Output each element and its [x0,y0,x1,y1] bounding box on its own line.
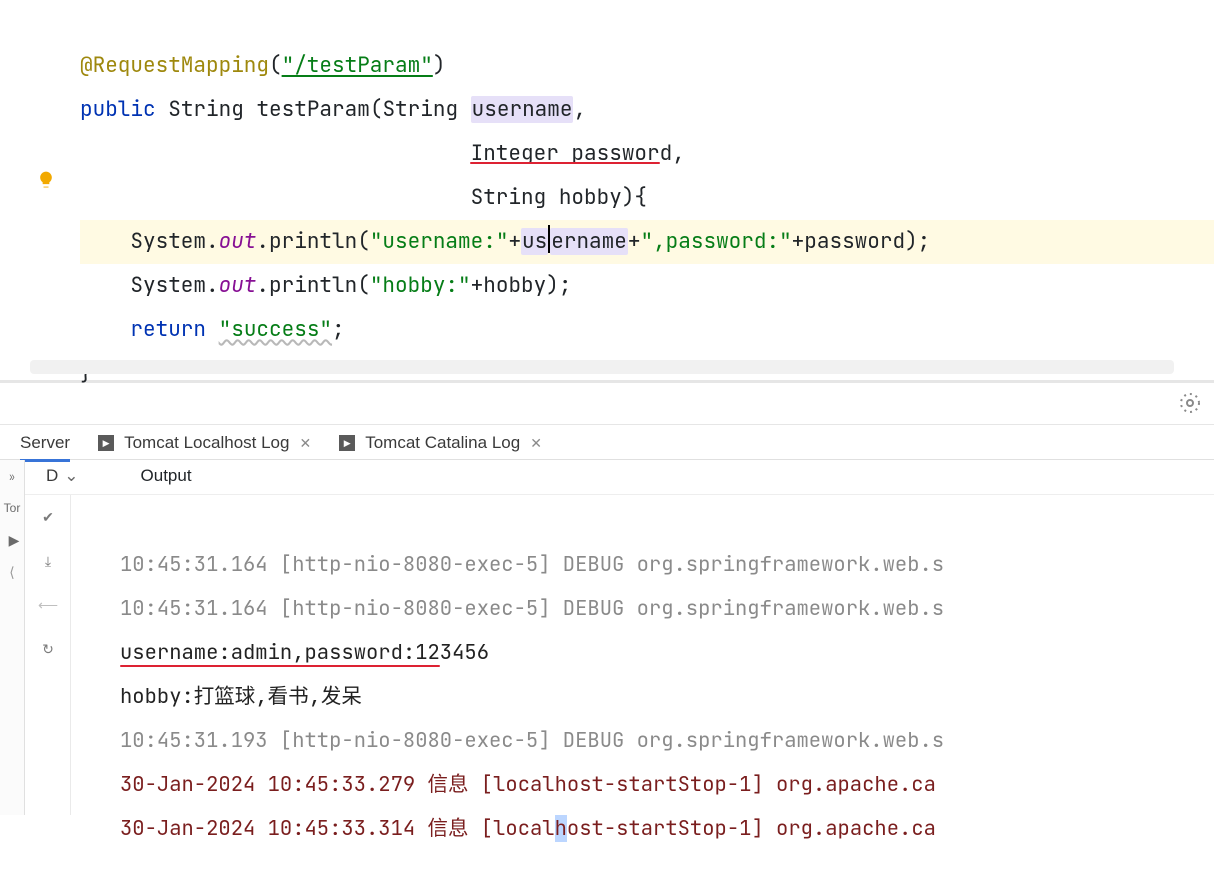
plus: + [508,228,521,255]
chevron-down-icon: ⌄ [64,466,78,486]
str-username: "username:" [370,228,509,255]
kw-return: return [130,316,206,343]
log-line-warn: 30-Jan-2024 10:45:33.314 信息 [localhost-s… [120,815,936,842]
console-output[interactable]: ✔ ⤓ ⟵ ↻ 10:45:31.164 [http-nio-8080-exec… [0,495,1214,815]
log-line-stdout: hobby:打篮球,看书,发呆 [120,683,362,710]
log-line: 10:45:31.193 [http-nio-8080-exec-5] DEBU… [120,727,944,754]
download-icon[interactable]: ⤓ [26,539,70,583]
dropdown-label: D [46,466,58,486]
sys: System. [130,272,218,299]
var-username-b: ername [550,228,628,255]
refresh-icon[interactable]: ↻ [26,627,70,671]
plus: + [628,228,641,255]
param1-name: username [471,96,574,123]
println: .println( [256,272,369,299]
type-string: String [168,96,244,123]
paren: ( [269,52,282,79]
log-line-stdout: username:admin,password:123456 [120,639,489,666]
tail2: +hobby); [471,272,572,299]
tool-window-header [0,383,1214,425]
editor-horizontal-scrollbar[interactable] [30,360,1174,374]
log-line: 10:45:31.164 [http-nio-8080-exec-5] DEBU… [120,551,944,578]
intention-bulb-icon[interactable] [36,170,56,190]
str-hobby: "hobby:" [370,272,471,299]
var-username-a: us [521,228,548,255]
red-underline-annotation [120,665,440,667]
semicolon: ; [332,316,345,343]
arrow-left-icon[interactable]: ⟵ [26,583,70,627]
annotation-path: "/testParam" [282,52,433,79]
output-header: D ⌄ Output [0,460,1214,495]
sys: System. [130,228,218,255]
paren: ) [433,52,446,79]
gear-icon[interactable] [1178,391,1202,415]
ret-string: "success" [219,316,332,343]
editor-gutter [0,0,70,380]
check-icon[interactable]: ✔ [26,495,70,539]
str-password: ",password:" [640,228,791,255]
red-underline-annotation [470,162,660,164]
console-toolbar: ✔ ⤓ ⟵ ↻ [26,495,71,815]
deploy-dropdown[interactable]: D ⌄ [46,466,79,486]
code-block[interactable]: @RequestMapping("/testParam") public Str… [0,0,1214,440]
out-field: out [219,228,257,255]
code-editor[interactable]: @RequestMapping("/testParam") public Str… [0,0,1214,380]
console-text[interactable]: 10:45:31.164 [http-nio-8080-exec-5] DEBU… [120,495,1214,895]
log-line-warn: 30-Jan-2024 10:45:33.279 信息 [localhost-s… [120,771,936,798]
out-field: out [219,272,257,299]
param1-type: String [382,96,458,123]
method-name: testParam [256,96,369,123]
println: .println( [256,228,369,255]
chevron-right-icon[interactable]: » [4,460,21,492]
param3-name: hobby [559,184,622,211]
output-title: Output [141,466,192,486]
param3-type: String [471,184,547,211]
tail1: +password); [792,228,931,255]
annotation: @RequestMapping [80,52,269,79]
log-line: 10:45:31.164 [http-nio-8080-exec-5] DEBU… [120,595,944,622]
kw-public: public [80,96,156,123]
